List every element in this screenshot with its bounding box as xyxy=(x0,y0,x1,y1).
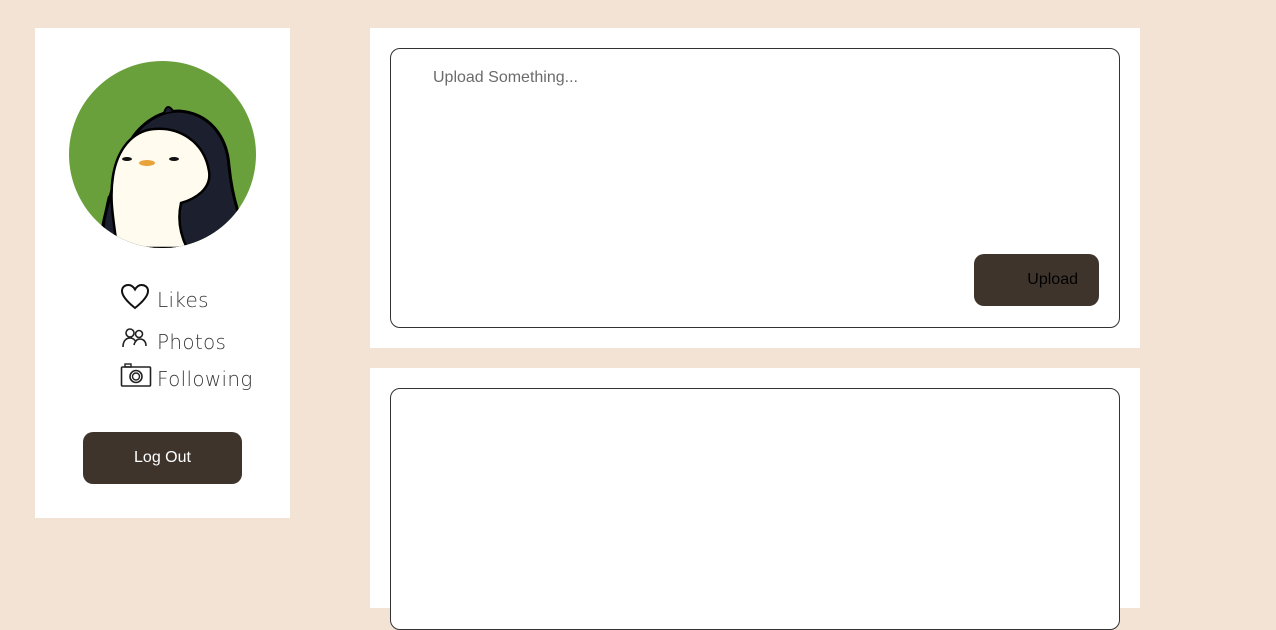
upload-input[interactable] xyxy=(433,69,1073,239)
avatar[interactable] xyxy=(69,61,256,248)
penguin-avatar-icon xyxy=(97,106,256,248)
upload-form: Upload xyxy=(390,48,1120,328)
people-icon xyxy=(120,325,152,353)
sidebar-item-label: Photos xyxy=(157,330,227,354)
post-card xyxy=(390,388,1120,630)
camera-icon xyxy=(120,362,152,390)
sidebar: Likes Photos Following Log Out xyxy=(35,28,290,518)
upload-button[interactable]: Upload xyxy=(974,254,1099,306)
sidebar-item-photos[interactable]: Photos xyxy=(120,325,226,353)
sidebar-item-label: Likes xyxy=(157,288,209,312)
logout-button[interactable]: Log Out xyxy=(83,432,242,484)
feed-panel xyxy=(370,368,1140,630)
sidebar-item-likes[interactable]: Likes xyxy=(120,283,209,311)
heart-icon xyxy=(120,283,152,311)
sidebar-item-following[interactable]: Following xyxy=(120,362,253,390)
sidebar-item-label: Following xyxy=(157,367,253,391)
upload-panel: Upload xyxy=(370,28,1140,348)
